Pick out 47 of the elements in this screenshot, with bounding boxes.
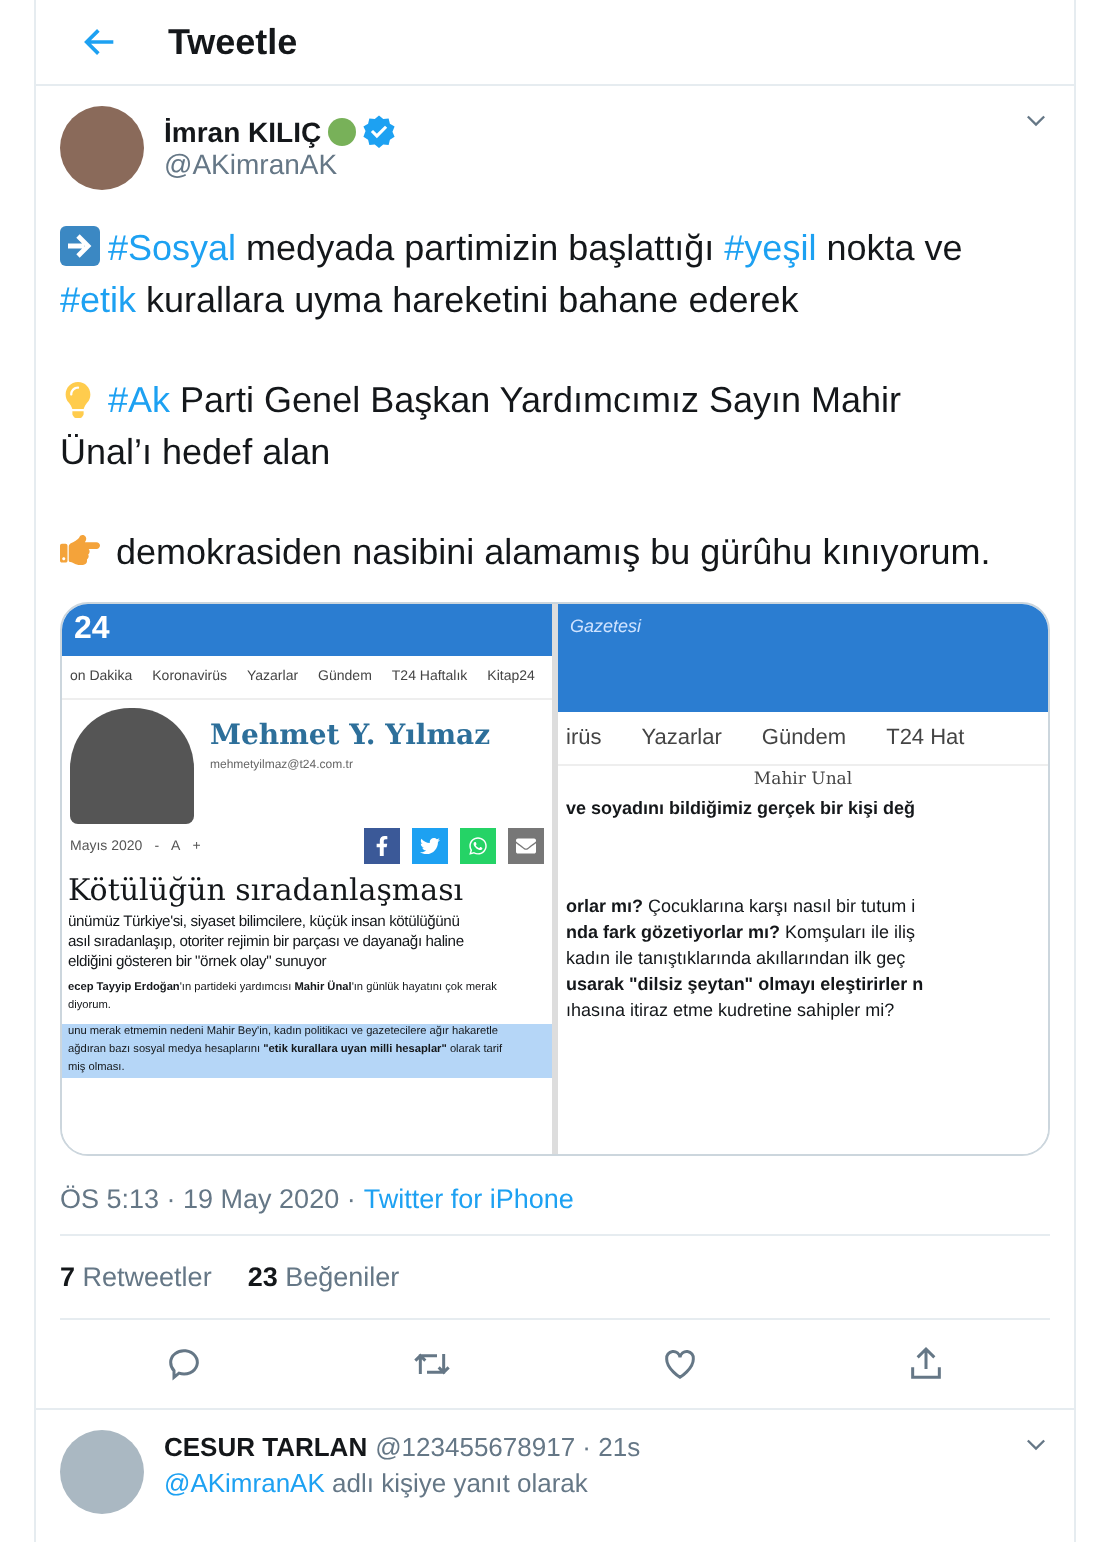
reply-handle: @123455678917 · 21s — [375, 1432, 641, 1462]
whatsapp-icon — [460, 828, 496, 864]
reply-author-name[interactable]: CESUR TARLAN — [164, 1432, 368, 1462]
author-name[interactable]: İmran KILIÇ — [164, 115, 322, 147]
pointing-hand-icon — [60, 530, 100, 570]
speech-bubble-icon — [163, 1344, 204, 1384]
author-title: Mehmet Y. Yılmaz — [210, 720, 491, 752]
reply-context: @AKimranAK adlı kişiye yanıt olarak — [164, 1468, 588, 1498]
tweet-text: #Ak Parti Genel Başkan Yardımcımız Sayın Mahir Ünal’ı hedef alan — [60, 378, 904, 476]
share-icon — [906, 1344, 947, 1384]
image-caption: Mahir Unal — [751, 768, 855, 794]
tweet-text: #Sosyal medyada partimizin başlattığı #yeşil nokta ve #etik kurallara uyma hareketini bahane ederek — [60, 224, 965, 324]
nav-item: T24 Hat — [886, 726, 965, 750]
tweet-text: demokrasiden nasibini alamamış bu gürûhu kınıyorum. — [60, 526, 994, 578]
hashtag-link[interactable]: #etik — [60, 280, 137, 320]
stat-link[interactable]: 7 Retweetler — [60, 1262, 212, 1292]
hashtag-link[interactable]: #Sosyal — [108, 228, 237, 268]
heart-icon — [660, 1344, 701, 1384]
photo-placeholder — [70, 708, 194, 824]
author-handle: @AKimranAK — [164, 148, 338, 180]
attached-image[interactable] — [60, 602, 1050, 1156]
avatar[interactable] — [60, 106, 144, 190]
page-title: Tweetle — [168, 21, 298, 63]
hashtag-link[interactable]: #Ak — [108, 380, 171, 420]
mention-link[interactable]: @AKimranAK — [164, 1468, 325, 1498]
site-brand: Gazetesi — [570, 616, 642, 636]
mail-icon — [508, 828, 544, 864]
nav-item: Gündem — [761, 726, 847, 750]
nav-item: irüs — [566, 726, 602, 750]
hashtag-link[interactable]: #yeşil — [724, 228, 817, 268]
lightbulb-icon — [60, 382, 96, 418]
article-title: Kötülüğün sıradanlaşması — [66, 870, 466, 912]
article-text: ıhasına itiraz etme kudretine sahipler mi? — [564, 998, 897, 1024]
article-text: orlar mı? Çocuklarına karşı nasıl bir tutum i — [564, 894, 918, 920]
nav-item: Yazarlar — [641, 726, 722, 750]
facebook-icon — [364, 828, 400, 864]
timestamp: ÖS 5:13 · 19 May 2020 · — [60, 1184, 356, 1214]
site-logo: 24 — [74, 612, 110, 648]
article-text: usarak "dilsiz şeytan" olmayı eleştirirler n — [564, 972, 926, 998]
bird-icon — [412, 828, 448, 864]
stat-link[interactable]: 23 Beğeniler — [247, 1262, 400, 1292]
source-link[interactable]: Twitter for iPhone — [363, 1184, 574, 1214]
article-headline: ve soyadını bildiğimiz gerçek bir kişi değ — [564, 796, 918, 822]
article-text: kadın ile tanıştıklarında akıllarından ilk geç — [564, 946, 908, 972]
arrow-right-icon — [60, 226, 100, 266]
circle-emoji-icon — [327, 117, 356, 145]
article-text: nda fark gözetiyorlar mı? Komşuları ile iliş — [564, 920, 918, 946]
